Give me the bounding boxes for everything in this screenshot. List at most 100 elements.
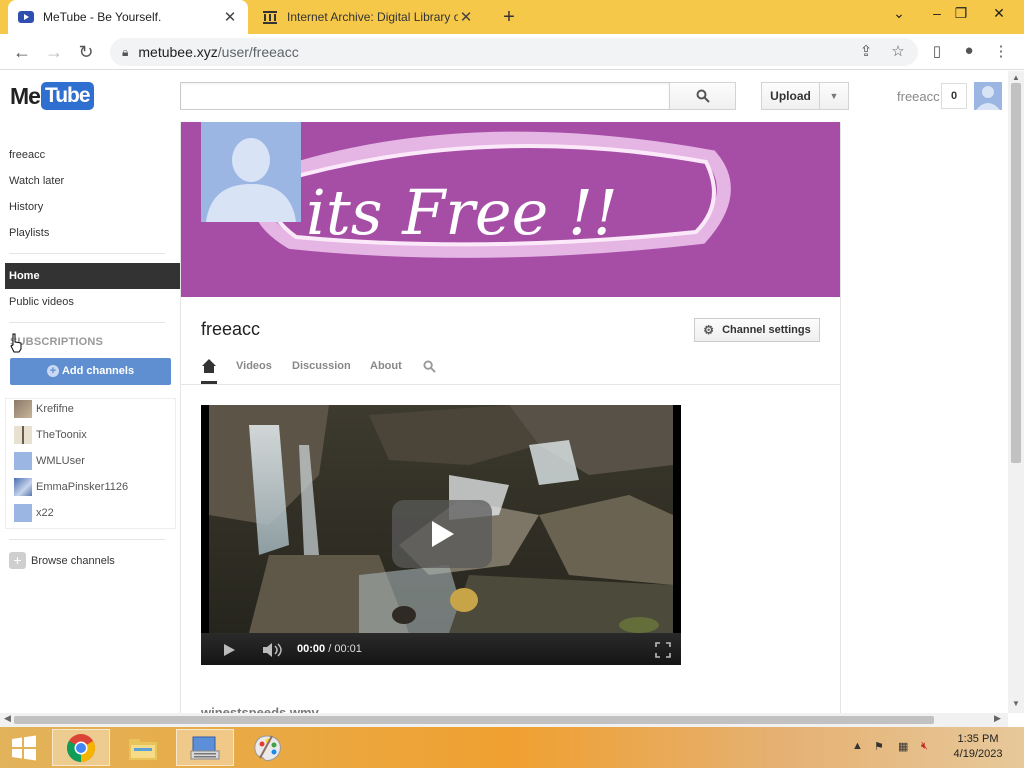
archive-favicon-icon — [263, 11, 277, 24]
lock-icon: 🔒︎ — [122, 44, 129, 59]
notification-count[interactable]: 0 — [941, 83, 967, 109]
header-username[interactable]: freeacc — [897, 89, 940, 104]
search-button[interactable] — [669, 82, 736, 110]
subscription-item[interactable]: Krefifne — [14, 400, 74, 418]
banner-text: its Free !! — [306, 176, 618, 249]
search-input[interactable] — [180, 82, 670, 110]
keyboard-icon — [190, 736, 220, 759]
close-tab-icon[interactable]: ✕ — [222, 8, 238, 26]
forward-icon[interactable]: → — [43, 42, 65, 62]
play-icon[interactable] — [221, 642, 237, 658]
channel-thumbnail — [14, 426, 32, 444]
tab-search-chevron-icon[interactable]: ⌄ — [884, 5, 914, 22]
sidebar-item-history[interactable]: History — [9, 201, 43, 213]
start-button[interactable] — [0, 729, 48, 766]
page-viewport: Me Tube Upload ▼ freeacc 0 freeacc Watch … — [0, 71, 1008, 713]
current-time: 00:00 — [297, 643, 326, 655]
tab-videos[interactable]: Videos — [236, 360, 272, 372]
windows-taskbar: ▲ ⚑ ▦ 🔇︎ 1:35 PM 4/19/2023 — [0, 727, 1024, 768]
action-center-flag-icon[interactable]: ⚑ — [874, 740, 884, 753]
home-tab-icon[interactable] — [201, 358, 217, 374]
url-path: /user/freeacc — [217, 44, 299, 60]
tab-discussion[interactable]: Discussion — [292, 360, 351, 372]
subscription-item[interactable]: EmmaPinsker1126 — [14, 478, 128, 496]
window-close-icon[interactable]: ✕ — [984, 5, 1014, 22]
scrollbar-thumb[interactable] — [14, 716, 934, 724]
video-title[interactable]: winestspeeds.wmv — [201, 705, 319, 713]
tab-title: Internet Archive: Digital Library o — [287, 10, 458, 24]
subscription-item[interactable]: x22 — [14, 504, 54, 522]
metube-logo[interactable]: Me Tube — [10, 82, 94, 110]
subscriptions-header: SUBSCRIPTIONS — [10, 336, 104, 348]
channel-settings-label: Channel settings — [722, 324, 811, 336]
reload-icon[interactable]: ↻ — [75, 42, 97, 62]
new-tab-icon[interactable]: + — [498, 6, 520, 29]
scroll-right-icon[interactable]: ▶ — [994, 713, 1001, 724]
channel-search-icon[interactable] — [423, 360, 436, 373]
scroll-up-icon[interactable]: ▲ — [1008, 73, 1024, 82]
menu-kebab-icon[interactable]: ⋮ — [990, 42, 1012, 62]
taskbar-clock[interactable]: 1:35 PM 4/19/2023 — [946, 732, 1010, 762]
upload-button[interactable]: Upload — [761, 82, 820, 110]
channel-name: freeacc — [201, 319, 261, 339]
sidebar-item-watch-later[interactable]: Watch later — [9, 175, 64, 187]
browse-channels-link[interactable]: + Browse channels — [9, 552, 115, 569]
network-icon[interactable]: ▦ — [898, 740, 908, 753]
video-player[interactable]: 00:00 / 00:01 — [201, 405, 681, 665]
scroll-left-icon[interactable]: ◀ — [4, 713, 11, 724]
subscription-name: x22 — [36, 507, 54, 519]
gear-icon: ⚙ — [703, 323, 715, 337]
sidebar-item-playlists[interactable]: Playlists — [9, 227, 49, 239]
side-panel-icon[interactable]: ▯ — [926, 42, 948, 62]
play-overlay-button[interactable] — [392, 500, 492, 568]
scrollbar-thumb[interactable] — [1011, 83, 1021, 463]
back-icon[interactable]: ← — [11, 42, 33, 62]
divider — [9, 539, 165, 540]
taskbar-paint[interactable] — [238, 729, 296, 766]
vertical-scrollbar[interactable]: ▲ ▼ — [1008, 71, 1024, 713]
duration: 00:01 — [334, 643, 362, 655]
avatar[interactable] — [974, 82, 1002, 110]
sidebar-item-freeacc[interactable]: freeacc — [9, 149, 45, 161]
channel-settings-button[interactable]: ⚙ Channel settings — [694, 318, 820, 342]
subscription-item[interactable]: WMLUser — [14, 452, 85, 470]
video-controls: 00:00 / 00:01 — [201, 633, 681, 665]
logo-tube: Tube — [40, 82, 94, 110]
plus-circle-icon: + — [46, 365, 59, 377]
upload-dropdown-icon[interactable]: ▼ — [819, 82, 849, 110]
clock-time: 1:35 PM — [957, 733, 999, 745]
restore-icon[interactable]: ❐ — [946, 5, 976, 22]
volume-icon[interactable] — [262, 642, 284, 658]
plus-icon: + — [9, 552, 26, 569]
tab-title: MeTube - Be Yourself. — [43, 10, 162, 24]
taskbar-onscreen-keyboard[interactable] — [176, 729, 234, 766]
sidebar-item-home[interactable]: Home — [5, 263, 180, 289]
clock-date: 4/19/2023 — [953, 748, 1003, 760]
show-hidden-icons-icon[interactable]: ▲ — [852, 740, 863, 752]
divider — [9, 322, 165, 323]
tab-about[interactable]: About — [370, 360, 402, 372]
subscription-item[interactable]: TheToonix — [14, 426, 87, 444]
bookmark-star-icon[interactable]: ☆ — [887, 42, 909, 62]
paint-palette-icon — [254, 734, 281, 761]
search-icon — [696, 89, 710, 103]
video-time: 00:00 / 00:01 — [297, 643, 362, 655]
add-channels-button[interactable]: + Add channels — [10, 358, 171, 385]
close-tab-icon[interactable]: ✕ — [458, 8, 474, 26]
fullscreen-icon[interactable] — [655, 642, 671, 658]
share-icon[interactable]: ⇪ — [855, 42, 877, 62]
taskbar-chrome[interactable] — [52, 729, 110, 766]
url-field[interactable]: 🔒︎ metubee.xyz/user/freeacc — [110, 38, 918, 66]
scroll-down-icon[interactable]: ▼ — [1008, 699, 1024, 708]
default-avatar-icon — [976, 86, 1000, 110]
profile-icon[interactable]: ● — [958, 42, 980, 62]
default-avatar-icon — [206, 138, 296, 222]
browser-tab-metube[interactable]: MeTube - Be Yourself. ✕ — [8, 0, 248, 34]
browser-tabbar: MeTube - Be Yourself. ✕ Internet Archive… — [0, 0, 1024, 34]
taskbar-file-explorer[interactable] — [114, 729, 172, 766]
volume-muted-icon[interactable]: 🔇︎ — [921, 740, 928, 753]
browser-tab-internet-archive[interactable]: Internet Archive: Digital Library o ✕ — [252, 0, 484, 34]
channel-avatar — [201, 122, 301, 222]
sidebar-item-public-videos[interactable]: Public videos — [9, 296, 74, 308]
horizontal-scrollbar[interactable]: ◀ ▶ — [0, 713, 1008, 727]
